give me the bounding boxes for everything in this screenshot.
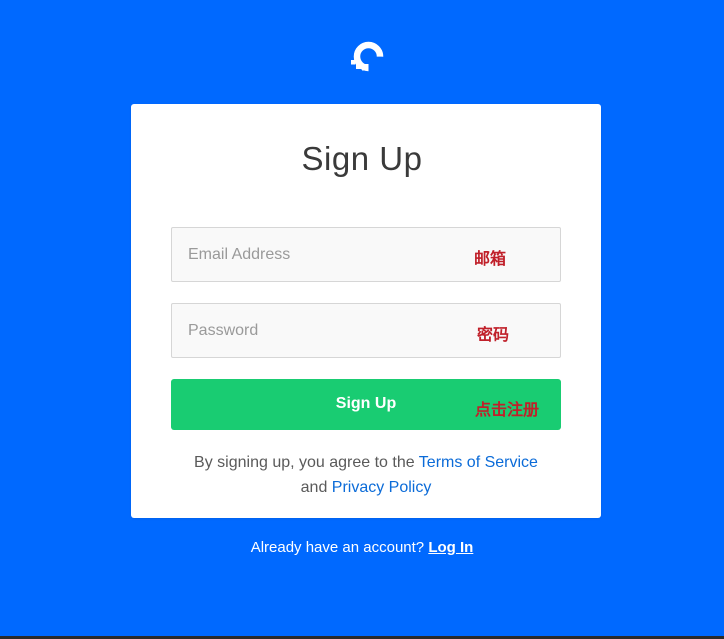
terms-connector: and — [300, 479, 332, 496]
login-prompt-text: Already have an account? — [250, 539, 429, 556]
terms-of-service-link[interactable]: Terms of Service — [419, 454, 538, 471]
email-annotation: 邮箱 — [474, 249, 507, 268]
terms-notice: By signing up, you agree to the Terms of… — [131, 450, 601, 500]
terms-prefix: By signing up, you agree to the — [194, 454, 419, 471]
digitalocean-logo-icon[interactable] — [349, 40, 385, 76]
submit-annotation: 点击注册 — [475, 400, 540, 419]
password-annotation: 密码 — [477, 325, 510, 344]
log-in-link[interactable]: Log In — [428, 539, 473, 556]
login-prompt: Already have an account? Log In — [0, 539, 724, 556]
privacy-policy-link[interactable]: Privacy Policy — [332, 479, 432, 496]
page-title: Sign Up — [301, 140, 423, 177]
